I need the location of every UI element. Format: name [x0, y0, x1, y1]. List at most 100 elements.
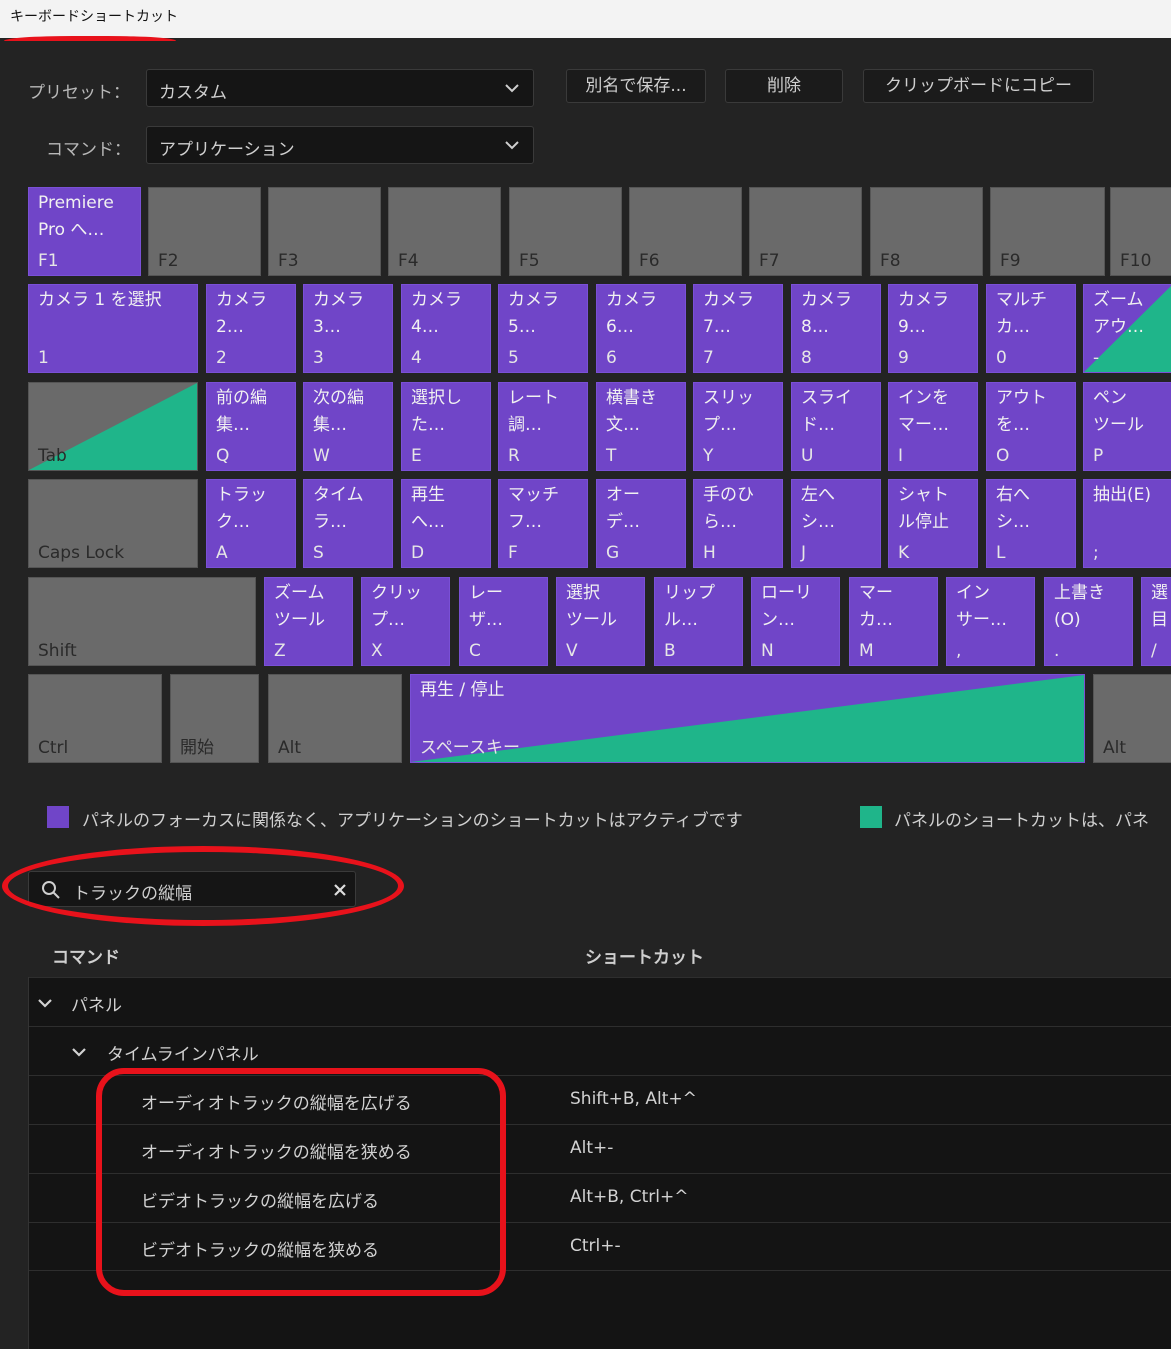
- key-command-label: アウト を…: [996, 388, 1047, 435]
- preset-dropdown[interactable]: カスタム: [146, 69, 534, 107]
- key-f1[interactable]: Premiere Pro へ… F1: [28, 187, 141, 276]
- preset-value: カスタム: [159, 83, 227, 103]
- key-f9[interactable]: F9: [990, 187, 1105, 276]
- key-a[interactable]: トラッ ク… A: [206, 479, 296, 568]
- key-command-label: ズーム アウ…: [1093, 290, 1144, 337]
- key-0[interactable]: マルチ カ… 0: [986, 284, 1076, 373]
- key-w[interactable]: 次の編 集… W: [303, 382, 393, 471]
- key-b[interactable]: リップ ル… B: [654, 577, 743, 666]
- key-alt[interactable]: Alt: [268, 674, 402, 763]
- key-f5[interactable]: F5: [509, 187, 622, 276]
- key-cap-label: J: [801, 543, 807, 563]
- key-g[interactable]: オー デ… G: [596, 479, 686, 568]
- chevron-down-icon[interactable]: [71, 1044, 87, 1060]
- key-/[interactable]: 選 目 /: [1141, 577, 1171, 666]
- key-.[interactable]: 上書き (O).: [1044, 577, 1133, 666]
- key-,[interactable]: イン サー…,: [946, 577, 1035, 666]
- legend-panel-swatch: [860, 806, 882, 828]
- key-command-label: カメラ 3…: [313, 290, 364, 337]
- key-command-label: ズーム ツール: [274, 583, 325, 630]
- key-e[interactable]: 選択し た… E: [401, 382, 491, 471]
- key-ctrl[interactable]: Ctrl: [28, 674, 162, 763]
- key-command-label: 前の編 集…: [216, 388, 267, 435]
- key-m[interactable]: マー カ… M: [849, 577, 938, 666]
- key-2[interactable]: カメラ 2… 2: [206, 284, 296, 373]
- key-i[interactable]: インを マー… I: [888, 382, 978, 471]
- delete-button[interactable]: 削除: [725, 69, 843, 103]
- key-f7[interactable]: F7: [749, 187, 862, 276]
- group-row-panel[interactable]: パネル: [29, 977, 1171, 1026]
- key-f6[interactable]: F6: [629, 187, 742, 276]
- key-5[interactable]: カメラ 5… 5: [498, 284, 588, 373]
- key-y[interactable]: スリッ プ… Y: [693, 382, 783, 471]
- key-h[interactable]: 手のひ ら… H: [693, 479, 783, 568]
- key-command-label: リップ ル…: [664, 583, 715, 630]
- key-6[interactable]: カメラ 6… 6: [596, 284, 686, 373]
- key-f2[interactable]: F2: [148, 187, 261, 276]
- key-f8[interactable]: F8: [870, 187, 983, 276]
- key-n[interactable]: ローリ ン… N: [751, 577, 840, 666]
- window-title: キーボードショートカット: [10, 9, 178, 25]
- key-command-label: 選 目: [1151, 583, 1168, 630]
- key-alt[interactable]: Alt: [1093, 674, 1171, 763]
- key-u[interactable]: スライ ド… U: [791, 382, 881, 471]
- key-8[interactable]: カメラ 8… 8: [791, 284, 881, 373]
- key-cap-label: .: [1054, 641, 1060, 661]
- key-z[interactable]: ズーム ツール Z: [264, 577, 353, 666]
- key-command-label: マルチ カ…: [996, 290, 1047, 337]
- key-t[interactable]: 横書き 文… T: [596, 382, 686, 471]
- column-header-shortcut[interactable]: ショートカット: [585, 943, 704, 968]
- key-cap-label: 9: [898, 348, 909, 368]
- key-cap-label: X: [371, 641, 383, 661]
- key--[interactable]: ズーム アウ… -: [1083, 284, 1171, 373]
- key-j[interactable]: 左へ シ… J: [791, 479, 881, 568]
- column-header-command[interactable]: コマンド: [52, 943, 120, 968]
- key-d[interactable]: 再生 へ… D: [401, 479, 491, 568]
- key-x[interactable]: クリッ プ… X: [361, 577, 450, 666]
- chevron-down-icon[interactable]: [37, 995, 53, 1011]
- key-command-label: Premiere Pro へ…: [38, 193, 114, 240]
- key-caps-lock[interactable]: Caps Lock: [28, 479, 198, 568]
- key-cap-label: F7: [759, 251, 780, 271]
- command-dropdown[interactable]: アプリケーション: [146, 126, 534, 164]
- key-command-label: ペン ツール: [1093, 388, 1144, 435]
- shortcut-cell[interactable]: Alt+-: [570, 1138, 613, 1158]
- key-c[interactable]: レー ザ… C: [459, 577, 548, 666]
- key-tab[interactable]: Tab: [28, 382, 198, 471]
- shortcut-cell[interactable]: Ctrl+-: [570, 1236, 621, 1256]
- key-f10[interactable]: F10: [1110, 187, 1171, 276]
- key-command-label: クリッ プ…: [371, 583, 422, 630]
- key-7[interactable]: カメラ 7… 7: [693, 284, 783, 373]
- key-f4[interactable]: F4: [388, 187, 501, 276]
- key-cap-label: /: [1151, 641, 1157, 661]
- key-shift[interactable]: Shift: [28, 577, 256, 666]
- key-p[interactable]: ペン ツール P: [1083, 382, 1171, 471]
- shortcut-cell[interactable]: Alt+B, Ctrl+^: [570, 1187, 688, 1207]
- key-9[interactable]: カメラ 9… 9: [888, 284, 978, 373]
- key-スペースキー[interactable]: 再生 / 停止 スペースキー: [410, 674, 1085, 763]
- key-cap-label: F9: [1000, 251, 1021, 271]
- key-s[interactable]: タイム ラ… S: [303, 479, 393, 568]
- save-as-button[interactable]: 別名で保存...: [566, 69, 706, 103]
- key-k[interactable]: シャト ル停止 K: [888, 479, 978, 568]
- key-f3[interactable]: F3: [268, 187, 381, 276]
- key-q[interactable]: 前の編 集… Q: [206, 382, 296, 471]
- key-4[interactable]: カメラ 4… 4: [401, 284, 491, 373]
- key-f[interactable]: マッチ フ… F: [498, 479, 588, 568]
- key-o[interactable]: アウト を… O: [986, 382, 1076, 471]
- preset-label: プリセット：: [28, 83, 130, 103]
- subgroup-label: タイムラインパネル: [107, 1045, 259, 1065]
- key-cap-label: 1: [38, 348, 49, 368]
- key-command-label: シャト ル停止: [898, 485, 949, 532]
- key-;[interactable]: 抽出(E);: [1083, 479, 1171, 568]
- key-cap-label: F1: [38, 251, 59, 271]
- shortcut-cell[interactable]: Shift+B, Alt+^: [570, 1089, 697, 1109]
- key-cap-label: F3: [278, 251, 299, 271]
- copy-clipboard-button[interactable]: クリップボードにコピー: [863, 69, 1094, 103]
- key-1[interactable]: カメラ 1 を選択 1: [28, 284, 198, 373]
- key-v[interactable]: 選択 ツール V: [556, 577, 645, 666]
- key-開始[interactable]: 開始: [170, 674, 259, 763]
- key-r[interactable]: レート 調… R: [498, 382, 588, 471]
- key-l[interactable]: 右へ シ… L: [986, 479, 1076, 568]
- key-3[interactable]: カメラ 3… 3: [303, 284, 393, 373]
